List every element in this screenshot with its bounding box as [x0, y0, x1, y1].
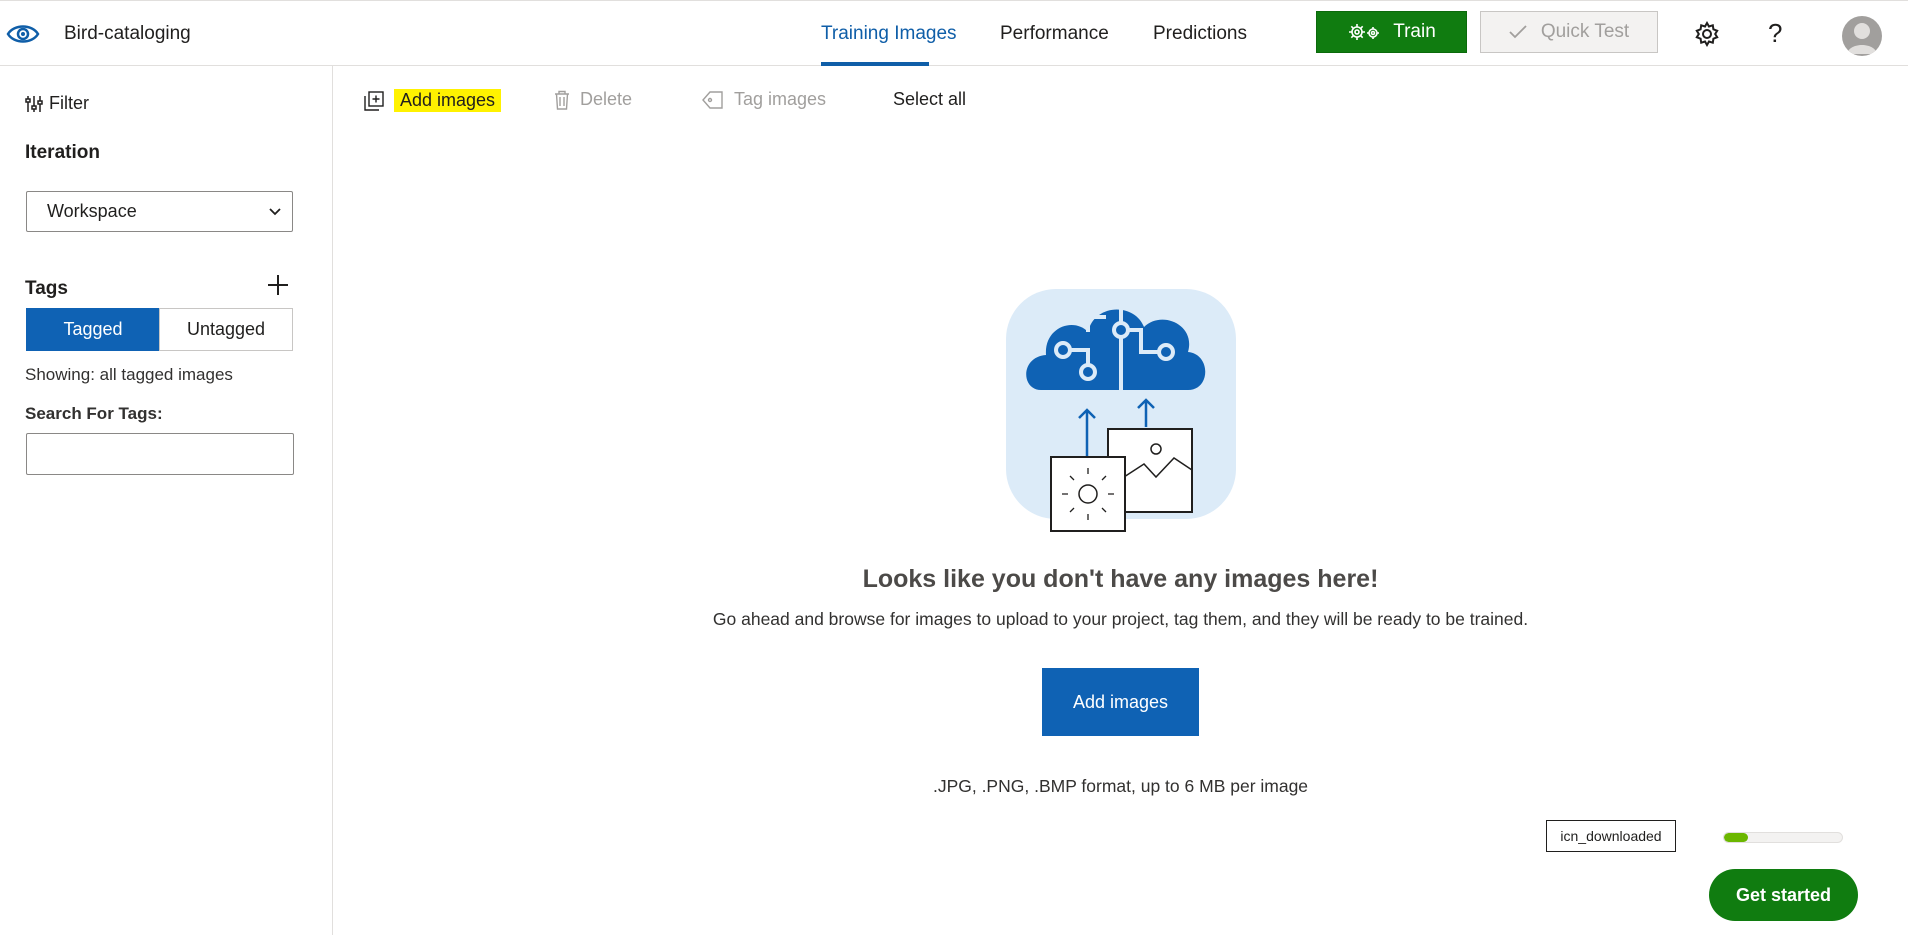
tab-performance[interactable]: Performance	[1000, 23, 1109, 45]
empty-state-title: Looks like you don't have any images her…	[862, 565, 1379, 593]
select-all-button[interactable]: Select all	[893, 89, 966, 110]
active-tab-indicator	[821, 62, 929, 66]
gears-icon	[1349, 24, 1380, 40]
tag-images-label: Tag images	[734, 89, 827, 109]
iteration-title: Iteration	[25, 142, 100, 163]
checkmark-icon	[1509, 25, 1527, 39]
untagged-toggle[interactable]: Untagged	[159, 308, 293, 351]
quick-test-button[interactable]: Quick Test	[1480, 11, 1658, 53]
delete-toolbar-button[interactable]: Delete	[554, 89, 632, 110]
get-started-button[interactable]: Get started	[1709, 869, 1858, 921]
iteration-value: Workspace	[47, 201, 137, 221]
showing-text: Showing: all tagged images	[25, 365, 233, 384]
search-tags-label: Search For Tags:	[25, 404, 163, 423]
tagged-toggle[interactable]: Tagged	[26, 308, 160, 351]
trash-icon	[555, 90, 569, 110]
delete-label: Delete	[580, 89, 633, 109]
tab-predictions[interactable]: Predictions	[1153, 23, 1247, 45]
user-avatar-icon	[1847, 23, 1877, 54]
eye-logo-icon[interactable]	[6, 19, 40, 49]
progress-fill	[1724, 833, 1748, 842]
add-images-toolbar-button[interactable]: Add images	[364, 89, 502, 112]
sidebar: Filter Iteration Workspace Tags Tagged U…	[0, 66, 333, 935]
formats-text: .JPG, .PNG, .BMP format, up to 6 MB per …	[932, 776, 1309, 796]
iteration-select[interactable]: Workspace	[26, 191, 293, 232]
empty-state-subtitle: Go ahead and browse for images to upload…	[712, 609, 1529, 629]
avatar[interactable]	[1842, 16, 1882, 56]
train-label: Train	[1393, 21, 1436, 42]
filter-button[interactable]: Filter	[25, 93, 89, 114]
cloud-upload-illustration	[1006, 289, 1236, 532]
plus-icon[interactable]	[265, 272, 291, 298]
tag-icon	[702, 90, 723, 109]
help-icon[interactable]: ?	[1768, 18, 1782, 49]
project-name[interactable]: Bird-cataloging	[64, 23, 191, 45]
top-bar: Bird-cataloging Training Images Performa…	[0, 0, 1908, 66]
icn-downloaded-label: icn_downloaded	[1546, 820, 1676, 852]
quick-test-label: Quick Test	[1540, 21, 1630, 42]
tags-title: Tags	[25, 278, 68, 299]
progress-bar	[1723, 832, 1843, 843]
tag-images-toolbar-button[interactable]: Tag images	[702, 89, 826, 110]
add-images-toolbar-label: Add images	[394, 89, 502, 112]
gear-icon[interactable]	[1694, 21, 1720, 47]
train-button[interactable]: Train	[1316, 11, 1467, 53]
add-images-button[interactable]: Add images	[1042, 668, 1199, 736]
add-image-icon	[364, 90, 384, 111]
tab-training-images[interactable]: Training Images	[821, 23, 957, 45]
search-tags-input[interactable]	[26, 433, 294, 475]
select-all-label: Select all	[893, 89, 967, 109]
chevron-down-icon	[269, 208, 281, 216]
filter-icon	[25, 95, 43, 112]
filter-label: Filter	[49, 93, 89, 113]
